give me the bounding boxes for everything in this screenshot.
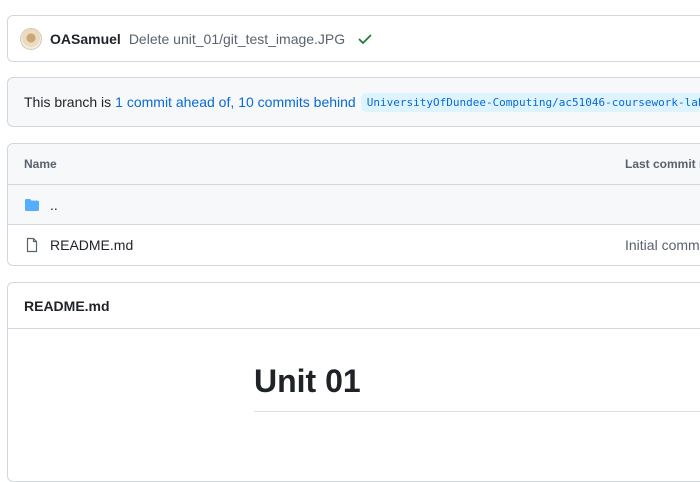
file-table-header: Name Last commit m bbox=[8, 144, 700, 185]
parent-directory-link[interactable]: .. bbox=[50, 197, 58, 213]
readme-heading: Unit 01 bbox=[254, 363, 361, 399]
last-commit-column-header: Last commit m bbox=[625, 157, 700, 171]
check-icon[interactable] bbox=[357, 31, 373, 47]
branch-status-bar: This branch is 1 commit ahead of, 10 com… bbox=[7, 77, 700, 127]
commit-author[interactable]: OASamuel bbox=[50, 31, 121, 47]
commits-behind-link[interactable]: 10 commits behind bbox=[238, 94, 356, 110]
file-icon bbox=[26, 237, 38, 253]
file-last-commit[interactable]: Initial comm bbox=[625, 237, 700, 253]
heading-divider bbox=[254, 411, 700, 412]
commit-message[interactable]: Delete unit_01/git_test_image.JPG bbox=[129, 31, 345, 47]
readme-panel: README.md Unit 01 bbox=[7, 282, 700, 482]
author-avatar[interactable] bbox=[20, 27, 42, 50]
branch-status-prefix: This branch is bbox=[24, 94, 112, 110]
file-name-link[interactable]: README.md bbox=[50, 237, 133, 253]
name-column-header: Name bbox=[24, 157, 57, 171]
folder-icon bbox=[25, 198, 39, 211]
upstream-branch-tag[interactable]: UniversityOfDundee-Computing/ac51046-cou… bbox=[360, 92, 700, 112]
commits-ahead-link[interactable]: 1 commit ahead of, bbox=[115, 94, 234, 110]
readme-header: README.md bbox=[8, 283, 700, 329]
file-row[interactable]: README.md Initial comm bbox=[8, 225, 700, 265]
latest-commit-bar: OASamuel Delete unit_01/git_test_image.J… bbox=[7, 15, 700, 62]
readme-filename[interactable]: README.md bbox=[24, 298, 110, 314]
parent-directory-row[interactable]: .. bbox=[8, 185, 700, 225]
file-table: Name Last commit m .. README.md Initial … bbox=[7, 143, 700, 266]
